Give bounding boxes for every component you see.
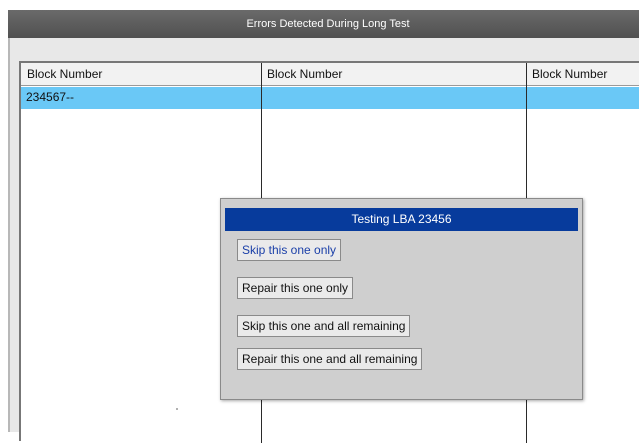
column-header-block-number-1[interactable]: Block Number (21, 63, 261, 86)
repair-this-one-only-button[interactable]: Repair this one only (237, 277, 354, 299)
table-header: Block Number Block Number Block Number (21, 63, 639, 86)
repair-all-remaining-button[interactable]: Repair this one and all remaining (237, 348, 423, 370)
skip-all-remaining-button[interactable]: Skip this one and all remaining (237, 315, 411, 337)
column-header-block-number-3[interactable]: Block Number (526, 63, 639, 86)
window-title: Errors Detected During Long Test (246, 18, 410, 30)
stray-dot (176, 408, 178, 410)
table-row[interactable]: 234567-- (21, 87, 639, 109)
window-title-bar: Errors Detected During Long Test (8, 10, 639, 38)
dialog-title: Testing LBA 23456 (225, 208, 578, 231)
column-header-block-number-2[interactable]: Block Number (261, 63, 526, 86)
testing-lba-dialog: Testing LBA 23456 Skip this one only Rep… (220, 198, 583, 400)
table-cell-block-number (526, 87, 639, 109)
table-cell-block-number (261, 87, 531, 109)
skip-this-one-only-button[interactable]: Skip this one only (237, 239, 342, 261)
table-cell-block-number: 234567-- (26, 90, 75, 104)
